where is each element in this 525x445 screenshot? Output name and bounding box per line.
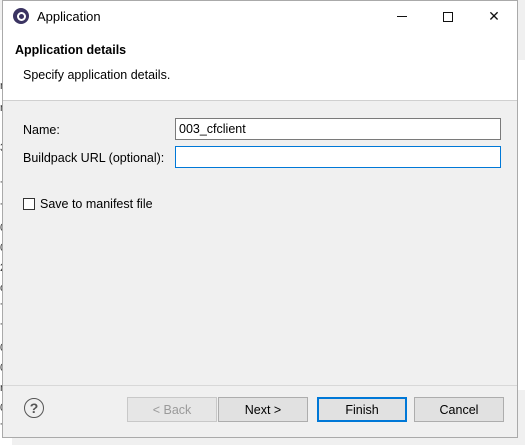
maximize-icon [443,11,453,22]
help-icon: ? [29,400,39,416]
page-description: Specify application details. [23,68,171,82]
button-bar-separator [3,385,517,386]
cancel-button[interactable]: Cancel [414,397,504,422]
back-button[interactable]: < Back [127,397,217,422]
name-label: Name: [23,123,60,137]
name-input[interactable] [175,118,501,140]
help-button[interactable]: ? [24,398,44,418]
finish-button[interactable]: Finish [317,397,407,422]
save-manifest-checkbox[interactable] [23,198,35,210]
minimize-button[interactable] [379,1,425,32]
close-icon: ✕ [488,8,500,24]
wizard-header: Application details Specify application … [3,32,517,101]
save-manifest-label: Save to manifest file [40,197,153,211]
close-button[interactable]: ✕ [471,1,517,32]
save-manifest-option[interactable]: Save to manifest file [23,197,153,211]
minimize-icon [397,16,407,17]
maximize-button[interactable] [425,1,471,32]
eclipse-icon [13,8,29,24]
title-bar: Application ✕ [3,1,517,32]
page-title: Application details [15,43,127,57]
buildpack-url-label: Buildpack URL (optional): [23,151,165,165]
window-title: Application [37,9,101,24]
next-button[interactable]: Next > [218,397,308,422]
buildpack-url-input[interactable] [175,146,501,168]
application-dialog: Application ✕ Application details Specif… [2,0,518,438]
